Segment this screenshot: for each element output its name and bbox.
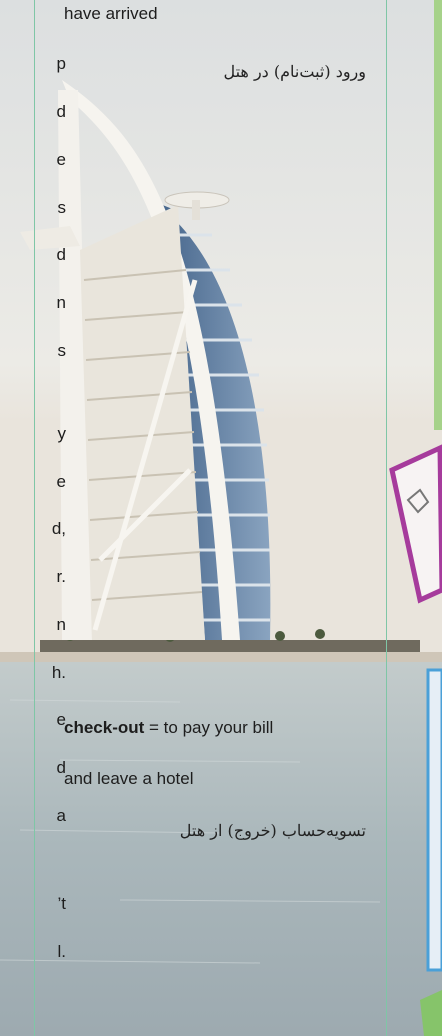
left-column-fragment: s bbox=[57, 341, 67, 360]
definition-check-out: check-out = to pay your bill bbox=[64, 717, 273, 739]
left-column-fragment: a bbox=[56, 806, 66, 825]
left-column-fragment: d bbox=[56, 758, 66, 777]
left-column-fragment: d bbox=[56, 102, 66, 121]
left-column-fragment: r. bbox=[56, 567, 66, 586]
left-column-fragment: n bbox=[56, 615, 66, 634]
column-guide-right bbox=[386, 0, 387, 1036]
left-column-fragment: e bbox=[56, 710, 66, 729]
left-column-fragment: d bbox=[56, 245, 66, 264]
decorative-stickers bbox=[389, 0, 442, 1036]
left-column-fragment: p bbox=[56, 54, 66, 73]
definition-line-leave-hotel: and leave a hotel bbox=[64, 769, 194, 788]
left-column-fragment: e bbox=[56, 150, 66, 169]
left-column-fragment: l. bbox=[57, 942, 67, 961]
left-column-fragment: y bbox=[57, 424, 67, 443]
left-column-fragment: h. bbox=[51, 663, 66, 682]
definition-text: = to pay your bill bbox=[144, 718, 274, 737]
left-column-fragment: n bbox=[56, 293, 66, 312]
term-check-out: check-out bbox=[64, 718, 145, 737]
burj-al-arab-photo bbox=[0, 0, 442, 1036]
persian-translation-check-out: تسویه‌حساب (خروج) از هتل bbox=[179, 821, 366, 840]
persian-translation-check-in: ورود (ثبت‌نام) در هتل bbox=[223, 62, 366, 81]
left-column-fragment: s bbox=[57, 198, 67, 217]
definition-line-arrived: have arrived bbox=[64, 4, 158, 23]
left-column-fragment: ’t bbox=[57, 894, 67, 913]
left-column-fragment: d, bbox=[51, 519, 66, 538]
left-column-fragment: e bbox=[56, 472, 66, 491]
